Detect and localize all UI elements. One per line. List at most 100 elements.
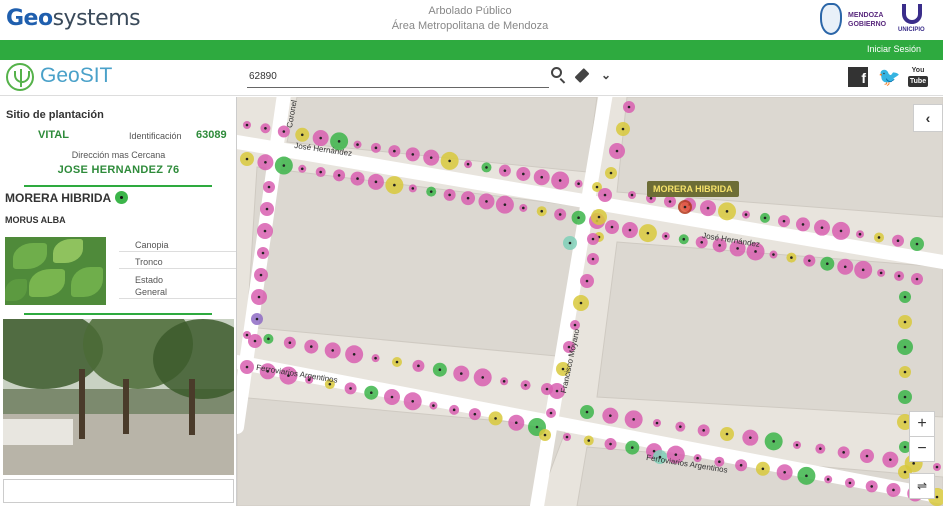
tree-marker-center bbox=[935, 495, 939, 499]
tree-marker-center bbox=[706, 206, 710, 210]
tree-marker-center bbox=[565, 435, 569, 439]
tree-marker-center bbox=[646, 231, 650, 235]
tree-marker-center bbox=[772, 440, 775, 443]
tree-marker-center bbox=[585, 410, 589, 414]
tree-marker-center bbox=[897, 274, 901, 278]
tree-marker-center bbox=[245, 123, 249, 127]
tree-marker-center bbox=[903, 470, 907, 474]
chevron-down-icon[interactable]: ⌄ bbox=[597, 66, 615, 84]
tree-marker-center bbox=[682, 237, 686, 241]
tree-marker-center bbox=[664, 234, 668, 238]
tree-marker-center bbox=[267, 185, 271, 189]
tree-marker-center bbox=[903, 320, 907, 324]
tree-marker-center bbox=[245, 157, 249, 161]
tree-marker-center bbox=[411, 399, 415, 403]
tree-marker-center bbox=[245, 333, 249, 337]
top-header: Geosystems Arbolado Público Área Metropo… bbox=[0, 0, 943, 40]
zoom-in-button[interactable]: + bbox=[909, 411, 935, 437]
login-link[interactable]: Iniciar Sesión bbox=[867, 44, 921, 54]
comment-field[interactable] bbox=[3, 479, 234, 503]
tree-marker-center bbox=[848, 481, 852, 485]
tree-marker-center bbox=[903, 395, 907, 399]
section-title: Sitio de plantación bbox=[6, 109, 104, 121]
tree-marker-center bbox=[267, 337, 270, 341]
search-icon[interactable] bbox=[550, 66, 568, 84]
tree-marker-center bbox=[903, 445, 907, 449]
zoom-out-button[interactable]: − bbox=[909, 436, 935, 462]
tree-marker-center bbox=[668, 200, 672, 203]
unicipio-u-icon bbox=[902, 4, 922, 24]
page-title: Arbolado Público Área Metropolitana de M… bbox=[340, 4, 600, 34]
tree-marker-center bbox=[577, 182, 580, 186]
collapse-panel-button[interactable]: ‹ bbox=[913, 104, 943, 132]
brand-rest: systems bbox=[52, 6, 141, 31]
tree-marker-center bbox=[739, 463, 743, 467]
tree-marker-center bbox=[524, 383, 527, 387]
eraser-icon[interactable] bbox=[574, 66, 592, 84]
tree-marker-center bbox=[494, 417, 497, 420]
tree-marker-center bbox=[700, 240, 704, 244]
tree-marker-center bbox=[591, 237, 595, 241]
tree-marker-center bbox=[545, 387, 549, 391]
tree-marker-center bbox=[319, 136, 322, 140]
street-photo[interactable] bbox=[3, 319, 234, 475]
tree-marker-center bbox=[549, 411, 553, 415]
tree-marker-center bbox=[573, 323, 577, 327]
mendoza-government-logo: MENDOZA GOBIERNO bbox=[820, 3, 890, 37]
tree-marker-center bbox=[374, 356, 377, 360]
tree-marker-center bbox=[352, 352, 356, 356]
tree-marker-center bbox=[522, 206, 525, 210]
divider bbox=[24, 313, 212, 315]
tree-marker-center bbox=[912, 462, 915, 465]
tree-marker-center bbox=[892, 488, 895, 492]
tree-marker-center bbox=[795, 443, 799, 447]
tree-marker-center bbox=[903, 420, 907, 424]
geosystems-logo[interactable]: Geosystems bbox=[6, 6, 141, 31]
tree-marker-center bbox=[702, 429, 705, 432]
twitter-icon[interactable]: 🐦 bbox=[878, 67, 900, 87]
tree-marker-center bbox=[763, 216, 767, 220]
tree-marker-center bbox=[485, 200, 488, 203]
attr-tronco: Tronco bbox=[119, 257, 236, 269]
search-input[interactable] bbox=[247, 66, 549, 88]
map-canvas[interactable]: José Hernández José Hernández Coronel Fr… bbox=[237, 97, 943, 506]
leaf-thumbnail[interactable] bbox=[5, 237, 106, 305]
tree-marker-center bbox=[591, 257, 595, 261]
brand-bold: Geo bbox=[6, 6, 53, 31]
tree-marker-center bbox=[522, 172, 525, 176]
tree-marker-center bbox=[825, 262, 829, 266]
tree-marker-center bbox=[429, 156, 433, 159]
facebook-icon[interactable]: f bbox=[848, 67, 868, 87]
tree-marker-center bbox=[877, 236, 881, 239]
tree-marker-center bbox=[754, 250, 757, 253]
tree-marker-center bbox=[903, 370, 907, 374]
app-name: GeoSIT bbox=[40, 64, 113, 87]
tree-marker-center bbox=[610, 225, 614, 229]
tree-marker-center bbox=[630, 446, 634, 449]
tree-marker-center bbox=[621, 127, 625, 131]
gov-logo-text: MENDOZA GOBIERNO bbox=[848, 12, 887, 28]
tree-marker-center bbox=[725, 432, 729, 436]
app-root: Geosystems Arbolado Público Área Metropo… bbox=[0, 0, 943, 506]
tree-marker-center bbox=[264, 126, 267, 130]
tree-marker-center bbox=[459, 372, 463, 375]
tree-marker-center bbox=[411, 153, 415, 156]
layers-button[interactable]: ⇌ bbox=[909, 473, 935, 499]
info-sidebar: Sitio de plantación VITAL Identificación… bbox=[0, 97, 237, 506]
attr-estado: Estado bbox=[135, 275, 164, 285]
tree-marker-center bbox=[393, 183, 396, 187]
species-name: MORERA HIBRIDA bbox=[5, 191, 112, 205]
attr-general: General bbox=[119, 287, 236, 299]
tree-marker-center bbox=[903, 345, 907, 349]
tree-marker-center bbox=[393, 149, 396, 153]
tree-marker-center bbox=[253, 339, 257, 343]
tree-marker-center bbox=[683, 205, 687, 209]
address-label: Dirección mas Cercana bbox=[71, 150, 166, 160]
tree-marker-center bbox=[337, 140, 341, 143]
id-label: Identificación bbox=[129, 131, 182, 141]
unicipio-logo: UNICIPIO bbox=[898, 4, 926, 36]
tree-marker-center bbox=[915, 277, 919, 281]
tree-marker-center bbox=[609, 442, 612, 446]
tree-marker-center bbox=[395, 360, 399, 364]
youtube-icon[interactable]: You Tube bbox=[908, 67, 928, 87]
